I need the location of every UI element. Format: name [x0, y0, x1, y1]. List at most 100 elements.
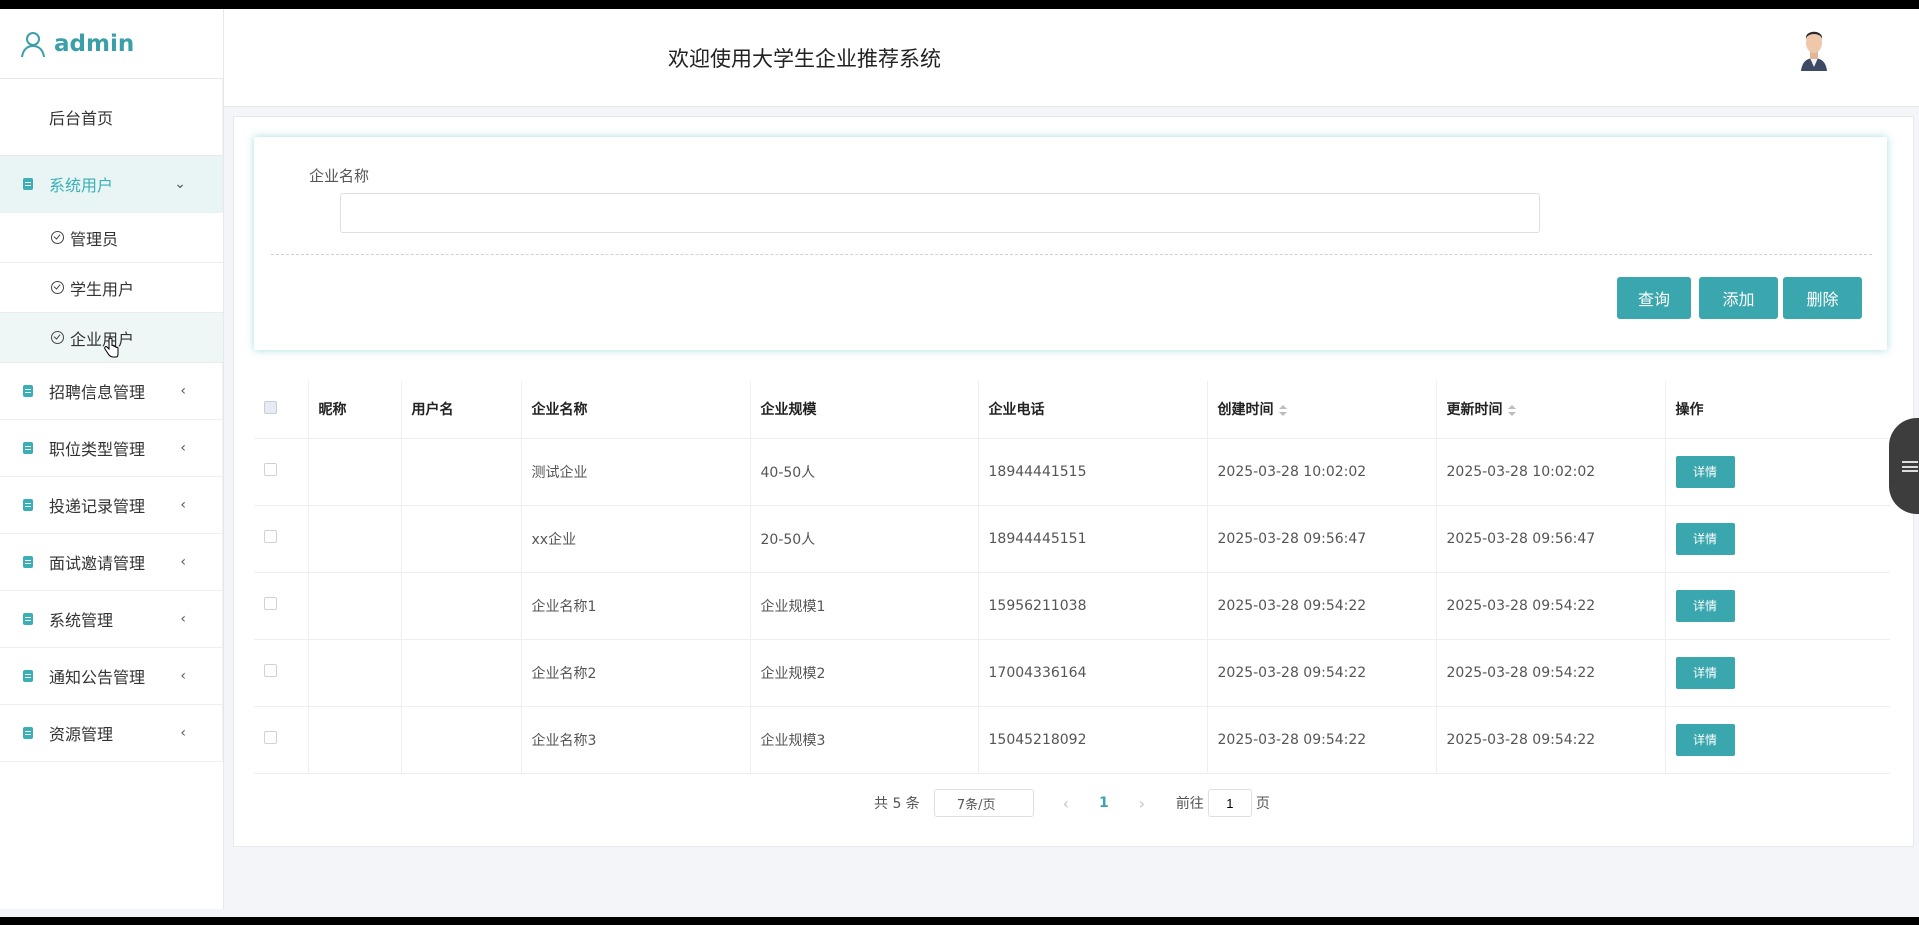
- goto-label: 前往: [1175, 796, 1204, 812]
- app-window: admin 后台首页 系统用户 ⌄ 管理员 学生用户 企业用户 招聘信息管理 ‹: [0, 9, 1919, 917]
- table-row: 企业名称1 企业规模1 15956211038 2025-03-28 09:54…: [254, 572, 1890, 640]
- column-header-created[interactable]: 创建时间: [1207, 381, 1437, 439]
- document-icon: [23, 556, 33, 568]
- divider: [271, 254, 1872, 255]
- row-checkbox[interactable]: [264, 463, 277, 476]
- sidebar-item-system[interactable]: 系统管理 ‹: [0, 591, 223, 648]
- cell-actions: 详情: [1665, 438, 1890, 506]
- sidebar-item-resources[interactable]: 资源管理 ‹: [0, 705, 223, 762]
- sidebar-subitem-label: 企业用户: [70, 329, 135, 349]
- sidebar: admin 后台首页 系统用户 ⌄ 管理员 学生用户 企业用户 招聘信息管理 ‹: [0, 9, 224, 909]
- row-checkbox[interactable]: [264, 530, 277, 543]
- select-all-checkbox[interactable]: [264, 400, 277, 414]
- delete-button[interactable]: 删除: [1783, 277, 1862, 319]
- column-header-company-scale: 企业规模: [750, 381, 979, 439]
- main-content: 企业名称 查询 添加 删除 昵称 用户名 企业名称 企业规模 企业电话 创建时间…: [233, 116, 1914, 847]
- column-header-label: 更新时间: [1446, 402, 1503, 419]
- chevron-left-icon: ‹: [180, 497, 186, 513]
- check-circle-icon: [51, 231, 64, 244]
- cell-company-scale: 企业规模3: [750, 706, 979, 774]
- chevron-left-icon: ‹: [180, 554, 186, 570]
- cell-created: 2025-03-28 09:54:22: [1207, 639, 1437, 707]
- document-icon: [23, 442, 33, 454]
- side-drawer-toggle[interactable]: [1889, 418, 1919, 514]
- check-circle-icon: [51, 331, 64, 344]
- sidebar-item-applications[interactable]: 投递记录管理 ‹: [0, 477, 223, 534]
- cell-actions: 详情: [1665, 572, 1890, 640]
- detail-button[interactable]: 详情: [1675, 522, 1735, 555]
- row-checkbox[interactable]: [264, 664, 277, 677]
- pagination-total: 共 5 条: [874, 796, 920, 812]
- cell-company-name: 企业名称1: [521, 572, 751, 640]
- chevron-down-icon: ⌄: [174, 176, 186, 192]
- query-button[interactable]: 查询: [1617, 277, 1691, 319]
- document-icon: [23, 178, 33, 190]
- cell-actions: 详情: [1665, 706, 1890, 774]
- column-header-updated[interactable]: 更新时间: [1436, 381, 1666, 439]
- chevron-left-icon: ‹: [180, 611, 186, 627]
- avatar[interactable]: [1797, 27, 1831, 71]
- row-select-cell: [254, 505, 309, 573]
- sidebar-subitem-student-users[interactable]: 学生用户: [0, 263, 223, 313]
- row-checkbox[interactable]: [264, 731, 277, 744]
- sidebar-item-position-types[interactable]: 职位类型管理 ‹: [0, 420, 223, 477]
- sidebar-item-notices[interactable]: 通知公告管理 ‹: [0, 648, 223, 705]
- sidebar-item-label: 面试邀请管理: [49, 554, 146, 573]
- detail-button[interactable]: 详情: [1675, 723, 1735, 756]
- goto-page-input[interactable]: [1207, 789, 1252, 817]
- search-panel: 企业名称 查询 添加 删除: [254, 137, 1887, 350]
- cell-company-name: 企业名称2: [521, 639, 751, 707]
- company-name-input[interactable]: [340, 193, 1540, 233]
- cell-updated: 2025-03-28 09:54:22: [1436, 572, 1666, 640]
- cell-username: [401, 706, 522, 774]
- sidebar-item-recruitment[interactable]: 招聘信息管理 ‹: [0, 363, 223, 420]
- row-select-cell: [254, 706, 309, 774]
- table-row: xx企业 20-50人 18944445151 2025-03-28 09:56…: [254, 505, 1890, 573]
- document-icon: [23, 499, 33, 511]
- header: 欢迎使用大学生企业推荐系统: [224, 9, 1919, 107]
- detail-button[interactable]: 详情: [1675, 656, 1735, 689]
- cell-updated: 2025-03-28 10:02:02: [1436, 438, 1666, 506]
- cell-nickname: [308, 706, 402, 774]
- sort-icon[interactable]: [1507, 404, 1516, 416]
- user-icon: [21, 31, 45, 57]
- sort-icon[interactable]: [1278, 404, 1287, 416]
- sidebar-item-system-users[interactable]: 系统用户 ⌄: [0, 156, 223, 213]
- check-circle-icon: [51, 281, 64, 294]
- table-row: 企业名称3 企业规模3 15045218092 2025-03-28 09:54…: [254, 706, 1890, 774]
- add-button[interactable]: 添加: [1699, 277, 1778, 319]
- sidebar-subitem-admin[interactable]: 管理员: [0, 213, 223, 263]
- company-users-table: 昵称 用户名 企业名称 企业规模 企业电话 创建时间 更新时间 操作 测试企业 …: [254, 381, 1890, 774]
- sidebar-item-label: 招聘信息管理: [49, 383, 146, 402]
- prev-page-button[interactable]: ‹: [1054, 794, 1078, 813]
- cell-created: 2025-03-28 09:54:22: [1207, 572, 1437, 640]
- chevron-left-icon: ‹: [180, 440, 186, 456]
- sidebar-item-interviews[interactable]: 面试邀请管理 ‹: [0, 534, 223, 591]
- sidebar-item-label: 系统管理: [49, 611, 114, 630]
- brand-name: admin: [54, 30, 135, 57]
- sidebar-item-home[interactable]: 后台首页: [0, 79, 223, 156]
- cell-actions: 详情: [1665, 639, 1890, 707]
- cell-nickname: [308, 572, 402, 640]
- cell-company-name: xx企业: [521, 505, 751, 573]
- sidebar-subitem-label: 管理员: [70, 229, 119, 249]
- page-number-current[interactable]: 1: [1078, 795, 1130, 811]
- table-row: 测试企业 40-50人 18944441515 2025-03-28 10:02…: [254, 438, 1890, 506]
- cell-company-name: 测试企业: [521, 438, 751, 506]
- detail-button[interactable]: 详情: [1675, 455, 1735, 488]
- row-checkbox[interactable]: [264, 597, 277, 610]
- cell-company-phone: 15956211038: [978, 572, 1208, 640]
- page-size-select[interactable]: 7条/页: [933, 789, 1034, 817]
- row-select-cell: [254, 438, 309, 506]
- sidebar-item-label: 资源管理: [49, 725, 114, 744]
- document-icon: [23, 670, 33, 682]
- column-header-nickname: 昵称: [308, 381, 402, 439]
- next-page-button[interactable]: ›: [1130, 794, 1154, 813]
- detail-button[interactable]: 详情: [1675, 589, 1735, 622]
- menu-lines-icon: [1902, 461, 1918, 472]
- cell-company-scale: 40-50人: [750, 438, 979, 506]
- sidebar-item-label: 系统用户: [49, 176, 114, 195]
- table-row: 企业名称2 企业规模2 17004336164 2025-03-28 09:54…: [254, 639, 1890, 707]
- cell-nickname: [308, 639, 402, 707]
- row-select-cell: [254, 639, 309, 707]
